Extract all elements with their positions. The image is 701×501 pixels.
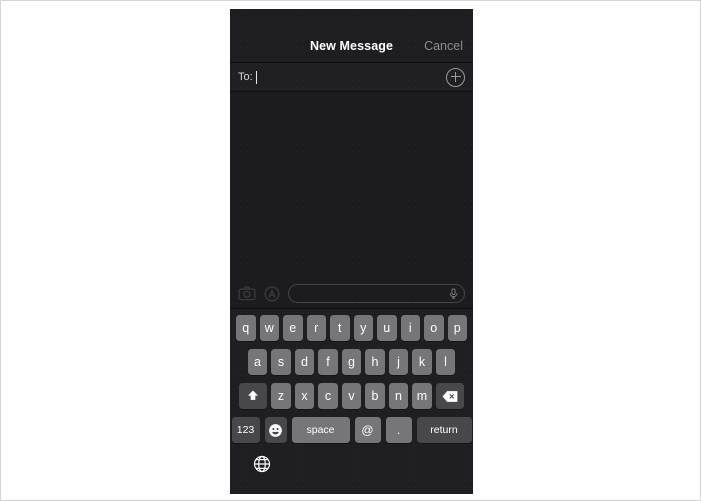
page-title: New Message bbox=[309, 39, 394, 53]
key-f[interactable]: f bbox=[318, 349, 338, 375]
key-h[interactable]: h bbox=[365, 349, 385, 375]
key-y[interactable]: y bbox=[353, 315, 373, 341]
key-r[interactable]: r bbox=[306, 315, 326, 341]
page-root: New Message Cancel To: q w e r t y u i o… bbox=[0, 0, 701, 501]
keyboard-row-3: z x c v b n m bbox=[233, 383, 470, 409]
keyboard-row-4: 123 space @ . return bbox=[231, 417, 472, 443]
texture-overlay bbox=[230, 92, 473, 279]
shift-icon[interactable] bbox=[239, 383, 268, 409]
key-p[interactable]: p bbox=[447, 315, 467, 341]
cancel-button[interactable]: Cancel bbox=[424, 39, 463, 53]
delete-icon[interactable] bbox=[435, 383, 464, 409]
globe-icon[interactable] bbox=[253, 455, 271, 473]
key-c[interactable]: c bbox=[318, 383, 338, 409]
emoji-icon[interactable] bbox=[264, 417, 287, 443]
navigation-bar: New Message Cancel bbox=[230, 9, 473, 63]
recipient-input[interactable] bbox=[255, 63, 446, 91]
plus-circle-icon[interactable] bbox=[446, 67, 465, 87]
key-period[interactable]: . bbox=[385, 417, 412, 443]
onscreen-keyboard: q w e r t y u i o p a s d f g h j k l z … bbox=[230, 309, 473, 494]
key-w[interactable]: w bbox=[259, 315, 279, 341]
key-n[interactable]: n bbox=[388, 383, 409, 409]
key-i[interactable]: i bbox=[400, 315, 420, 341]
text-caret bbox=[255, 70, 257, 84]
key-l[interactable]: l bbox=[435, 349, 456, 375]
app-store-icon[interactable] bbox=[263, 285, 281, 303]
key-d[interactable]: d bbox=[294, 349, 315, 375]
key-numeric-switch[interactable]: 123 bbox=[231, 417, 260, 443]
recipient-field-row: To: bbox=[230, 63, 473, 92]
message-input-bar bbox=[230, 279, 473, 309]
keyboard-row-2: a s d f g h j k l bbox=[233, 349, 470, 375]
key-q[interactable]: q bbox=[236, 315, 256, 341]
key-u[interactable]: u bbox=[377, 315, 397, 341]
keyboard-row-1: q w e r t y u i o p bbox=[233, 315, 470, 341]
key-x[interactable]: x bbox=[294, 383, 315, 409]
key-o[interactable]: o bbox=[424, 315, 444, 341]
phone-screen: New Message Cancel To: q w e r t y u i o… bbox=[230, 9, 473, 494]
to-label: To: bbox=[238, 71, 253, 83]
microphone-icon[interactable] bbox=[448, 287, 459, 300]
key-e[interactable]: e bbox=[283, 315, 303, 341]
message-input[interactable] bbox=[288, 284, 465, 303]
key-g[interactable]: g bbox=[341, 349, 362, 375]
conversation-area bbox=[230, 92, 473, 279]
key-space[interactable]: space bbox=[291, 417, 350, 443]
keyboard-globe-row bbox=[233, 443, 470, 473]
texture-overlay bbox=[230, 9, 473, 62]
key-s[interactable]: s bbox=[271, 349, 291, 375]
key-k[interactable]: k bbox=[412, 349, 432, 375]
key-t[interactable]: t bbox=[330, 315, 350, 341]
key-return[interactable]: return bbox=[416, 417, 472, 443]
camera-icon[interactable] bbox=[238, 285, 256, 303]
key-z[interactable]: z bbox=[271, 383, 291, 409]
key-b[interactable]: b bbox=[365, 383, 385, 409]
key-a[interactable]: a bbox=[247, 349, 268, 375]
key-m[interactable]: m bbox=[412, 383, 432, 409]
key-j[interactable]: j bbox=[388, 349, 409, 375]
key-at[interactable]: @ bbox=[354, 417, 381, 443]
key-v[interactable]: v bbox=[341, 383, 362, 409]
